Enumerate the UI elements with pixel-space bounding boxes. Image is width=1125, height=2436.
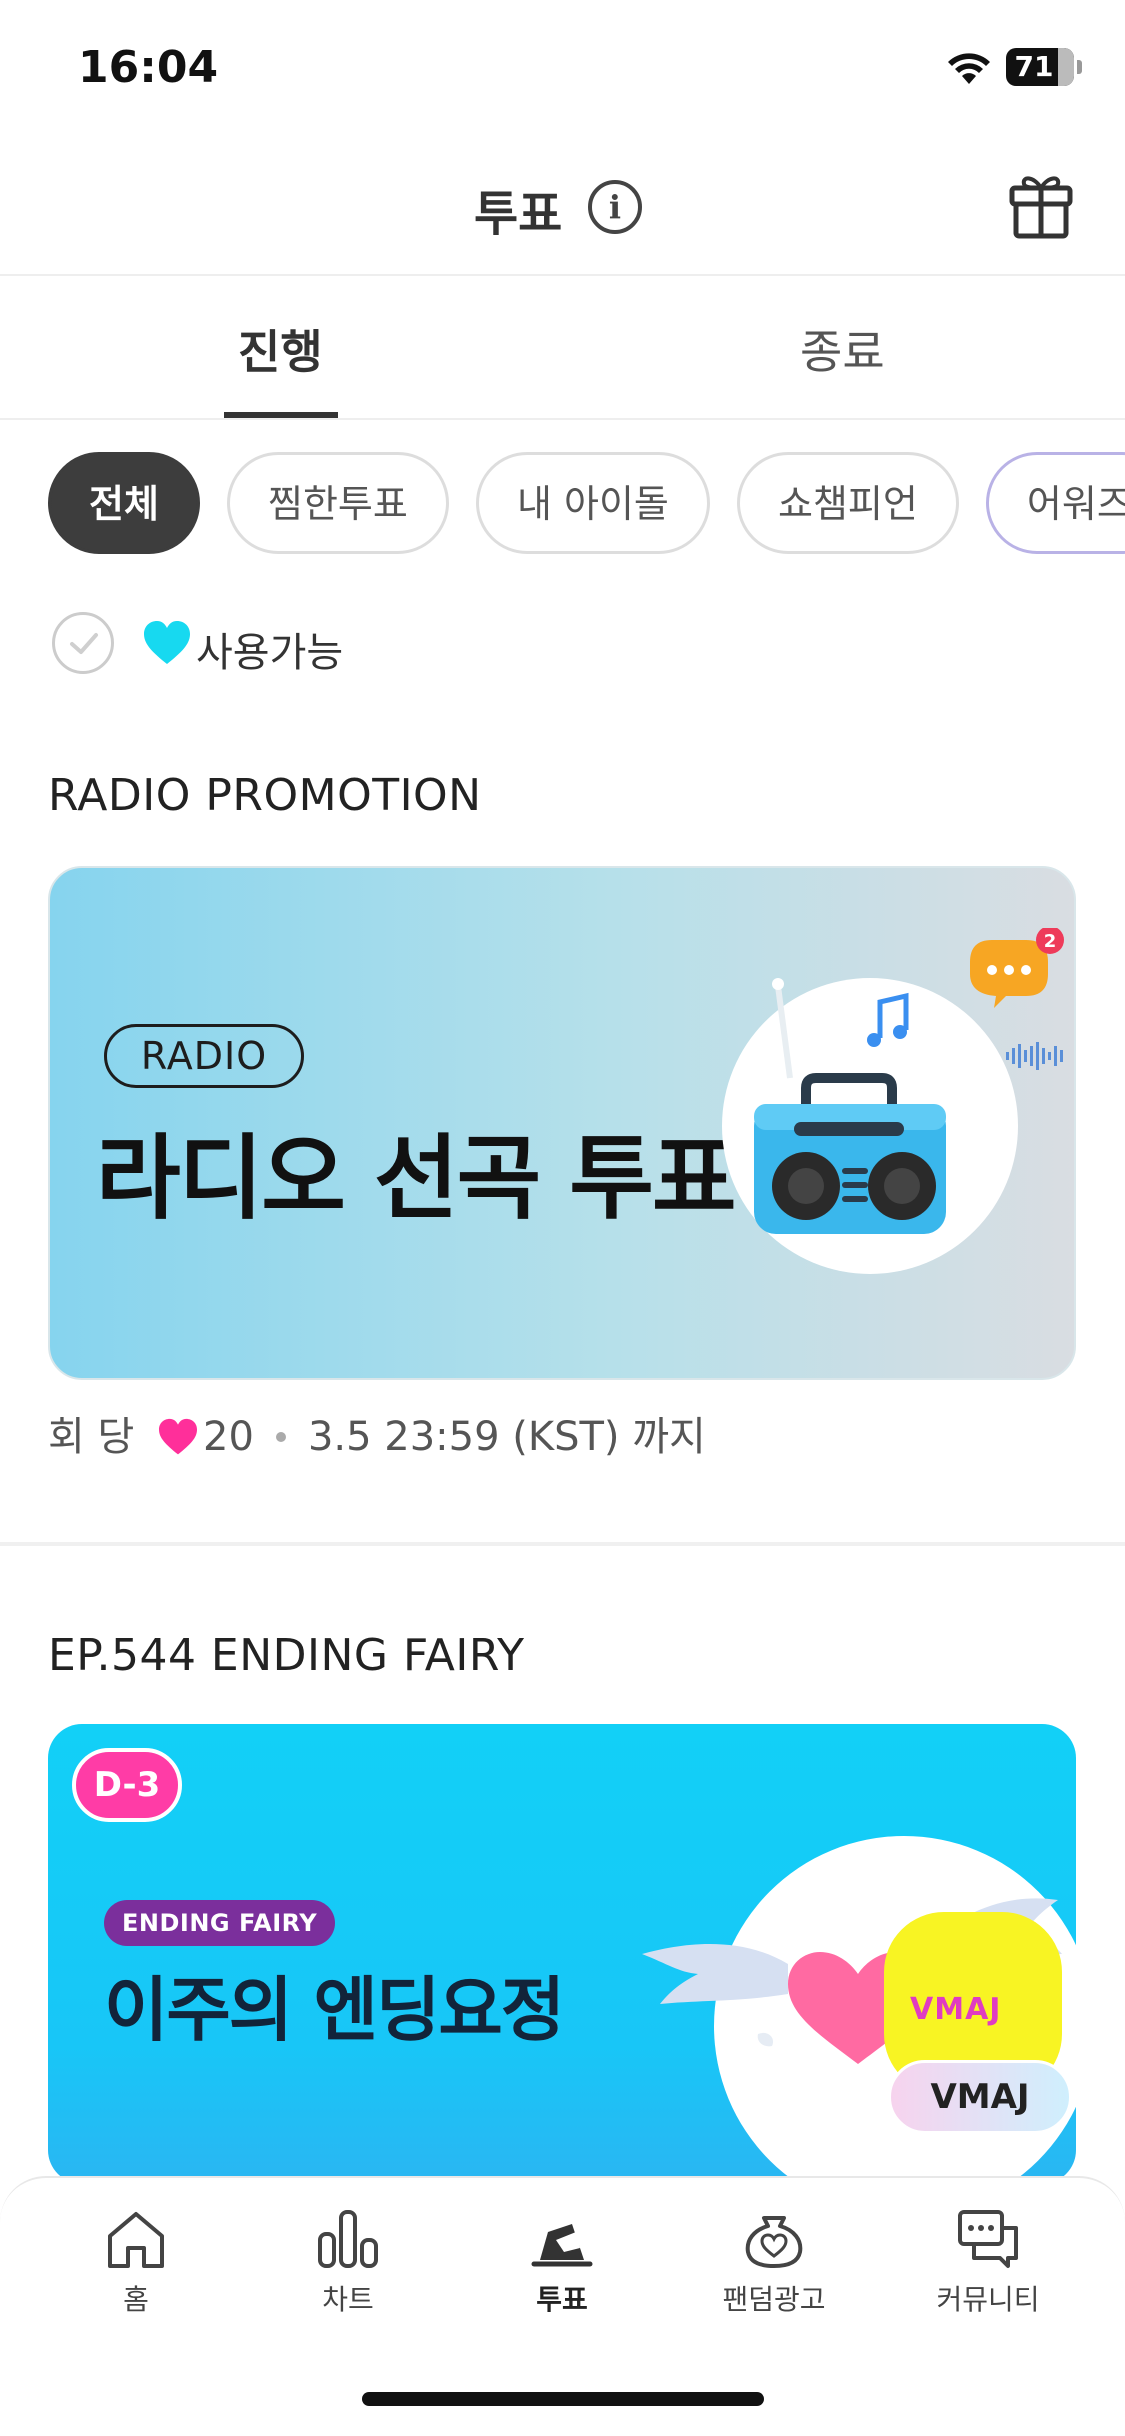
battery-level: 71 [1014, 50, 1054, 83]
tab-ongoing[interactable]: 진행 [238, 316, 323, 382]
home-icon [108, 2212, 164, 2268]
community-icon [958, 2210, 1018, 2268]
radio-vote-banner[interactable]: RADIO 라디오 선곡 투표 2 [48, 866, 1076, 1380]
pink-heart-icon [159, 1418, 198, 1455]
ending-fairy-banner[interactable]: D-3 ENDING FAIRY 이주의 엔딩요정 VMAJ VMAJ [48, 1724, 1076, 2184]
vote-status-tabs: 진행 종료 [0, 278, 1125, 420]
nav-label: 팬덤광고 [722, 2283, 826, 2316]
nav-vote[interactable]: 투표 [482, 2208, 642, 2318]
radio-illustration-icon: 2 [754, 928, 1064, 1234]
page-header: 투표 i [0, 140, 1125, 276]
vmaj-logo: VMAJ [910, 1992, 1002, 2027]
banner-tag: RADIO [104, 1024, 304, 1088]
banner-tag: ENDING FAIRY [104, 1900, 336, 1946]
filter-chip-all[interactable]: 전체 [48, 452, 200, 554]
fandom-ad-icon [745, 2216, 803, 2268]
notification-count: 2 [1044, 931, 1057, 952]
status-time: 16:04 [78, 42, 219, 93]
nav-chart[interactable]: 차트 [268, 2208, 428, 2318]
filter-chip-my-idol[interactable]: 내 아이돌 [475, 452, 710, 554]
banner-heading: 이주의 엔딩요정 [104, 1969, 565, 2051]
available-label: 사용가능 [196, 630, 344, 676]
vote-deadline: 3.5 23:59 (KST) 까지 [307, 1414, 706, 1460]
banner-heading: 라디오 선곡 투표 [96, 1125, 737, 1232]
section-divider [0, 1542, 1125, 1546]
home-indicator[interactable] [362, 2392, 764, 2406]
separator-dot [275, 1432, 286, 1442]
filter-chip-favorites[interactable]: 찜한투표 [227, 452, 449, 554]
filter-chip-awards[interactable]: 어워즈 [985, 452, 1125, 554]
gift-box-icon[interactable] [1006, 170, 1076, 242]
nav-label: 투표 [536, 2283, 588, 2316]
vote-icon [531, 2224, 593, 2267]
nav-community[interactable]: 커뮤니티 [908, 2208, 1068, 2318]
vote-cost: 20 [203, 1414, 254, 1460]
nav-label: 커뮤니티 [936, 2283, 1040, 2316]
nav-home[interactable]: 홈 [56, 2208, 216, 2318]
page-title: 투표 [474, 186, 563, 242]
vote-meta: 회 당 20 3.5 23:59 (KST) 까지 [48, 1404, 706, 1462]
info-icon[interactable]: i [588, 180, 642, 234]
nav-fandom-ad[interactable]: 팬덤광고 [694, 2208, 854, 2318]
nav-label: 홈 [123, 2283, 149, 2316]
filter-chip-show-champion[interactable]: 쇼챔피언 [736, 452, 959, 554]
section-title: EP.544 ENDING FAIRY [48, 1630, 525, 1681]
section-title: RADIO PROMOTION [48, 770, 482, 821]
battery-icon: 71 [1006, 48, 1082, 86]
status-bar: 16:04 71 [0, 0, 1125, 140]
heart-icon [144, 621, 190, 664]
check-circle-icon[interactable] [52, 612, 114, 674]
nav-label: 차트 [322, 2283, 374, 2316]
chart-icon [318, 2210, 378, 2268]
vmaj-label: VMAJ [888, 2060, 1072, 2134]
filter-chips: 전체 찜한투표 내 아이돌 쇼챔피언 어워즈 [48, 452, 1125, 556]
tab-ended[interactable]: 종료 [800, 316, 885, 382]
active-tab-indicator [224, 412, 338, 418]
wifi-icon [948, 53, 990, 84]
dday-badge: D-3 [72, 1748, 182, 1822]
meta-prefix: 회 당 [48, 1414, 135, 1460]
